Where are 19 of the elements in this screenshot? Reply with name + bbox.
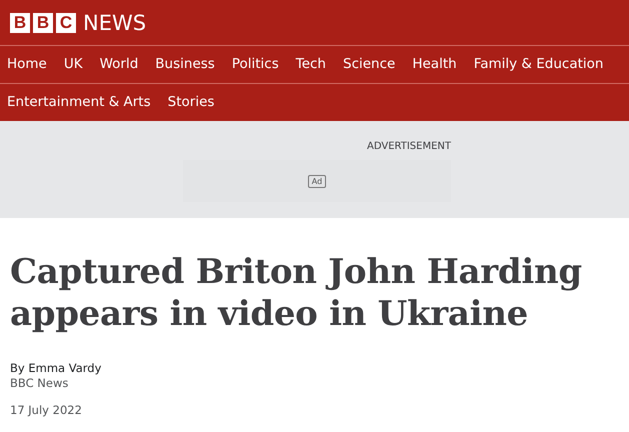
logo-wordmark[interactable]: NEWS: [83, 10, 146, 34]
nav-link[interactable]: Entertainment & Arts: [0, 84, 161, 121]
publish-date: 17 July 2022: [10, 403, 82, 418]
nav-link[interactable]: Home: [0, 46, 57, 83]
nav-link[interactable]: Business: [148, 46, 225, 83]
advertisement-label: ADVERTISEMENT: [366, 140, 451, 154]
bbc-logo[interactable]: B B C: [10, 12, 76, 32]
nav-link[interactable]: World: [92, 46, 148, 83]
headline: Captured Briton John Harding appears in video in Ukraine: [10, 251, 583, 335]
nav-link[interactable]: Tech: [288, 46, 336, 83]
byline-source: BBC News: [10, 376, 68, 391]
byline: By Emma Vardy: [10, 361, 102, 376]
nav-link[interactable]: UK: [56, 46, 93, 83]
nav-link[interactable]: Politics: [224, 46, 289, 83]
nav-link[interactable]: Health: [405, 46, 467, 83]
nav-link[interactable]: Stories: [160, 84, 224, 121]
ad-badge: Ad: [308, 174, 326, 188]
nav-link[interactable]: Family & Education: [466, 46, 614, 83]
nav-link[interactable]: Science: [336, 46, 406, 83]
